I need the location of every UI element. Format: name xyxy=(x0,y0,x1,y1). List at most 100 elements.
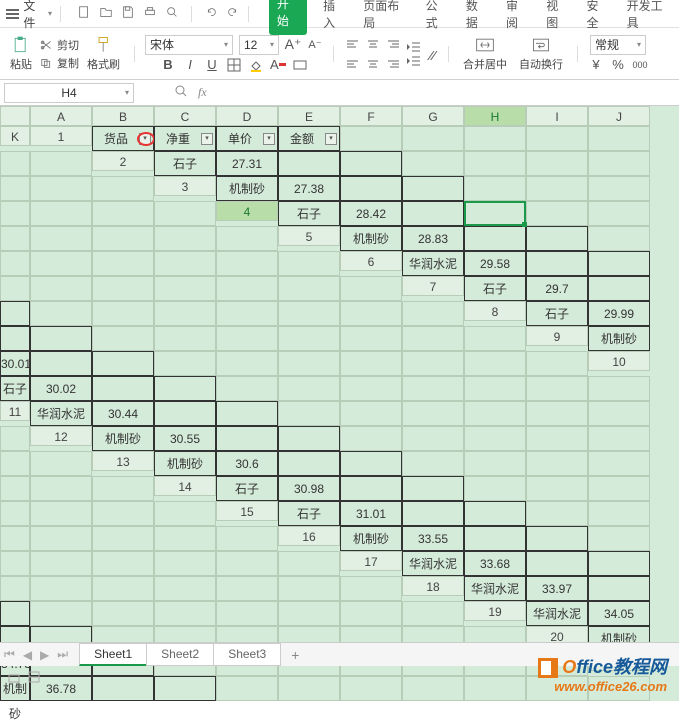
cell-empty[interactable] xyxy=(588,451,650,476)
align-bottom-right[interactable] xyxy=(384,55,402,71)
cell-empty[interactable] xyxy=(278,401,340,426)
cell-B13[interactable]: 30.6 xyxy=(216,451,278,476)
table-header-3[interactable]: 金额▾ xyxy=(278,126,340,151)
cell-B8[interactable]: 29.99 xyxy=(588,301,650,326)
sheet-tab-Sheet3[interactable]: Sheet3 xyxy=(213,643,281,666)
redo-icon[interactable] xyxy=(226,5,240,22)
cell-D16[interactable] xyxy=(526,526,588,551)
cell-empty[interactable] xyxy=(588,401,650,426)
table-header-1[interactable]: 净重▾ xyxy=(154,126,216,151)
cell-empty[interactable] xyxy=(340,351,402,376)
cell-D15[interactable] xyxy=(464,501,526,526)
cell-D10[interactable] xyxy=(154,376,216,401)
cell-empty[interactable] xyxy=(0,451,30,476)
sheet-tab-Sheet1[interactable]: Sheet1 xyxy=(79,643,147,666)
font-select[interactable]: 宋体▾ xyxy=(145,35,233,55)
cell-B14[interactable]: 30.98 xyxy=(278,476,340,501)
cell-empty[interactable] xyxy=(588,176,650,201)
cell-C2[interactable] xyxy=(278,151,340,176)
cell-D2[interactable] xyxy=(340,151,402,176)
cell-empty[interactable] xyxy=(0,201,30,226)
cell-empty[interactable] xyxy=(340,426,402,451)
cell-A15[interactable]: 石子 xyxy=(278,501,340,526)
cell-empty[interactable] xyxy=(154,526,216,551)
cell-empty[interactable] xyxy=(216,301,278,326)
row-header-5[interactable]: 5 xyxy=(278,226,340,246)
align-bottom-left[interactable] xyxy=(344,55,362,71)
row-header-9[interactable]: 9 xyxy=(526,326,588,346)
col-header-C[interactable]: C xyxy=(154,106,216,126)
cell-empty[interactable] xyxy=(0,576,30,601)
cell-empty[interactable] xyxy=(402,301,464,326)
row-header-19[interactable]: 19 xyxy=(464,601,526,621)
cell-empty[interactable] xyxy=(340,601,402,626)
cell-empty[interactable] xyxy=(278,576,340,601)
cell-empty[interactable] xyxy=(92,226,154,251)
underline-button[interactable]: U xyxy=(204,57,220,73)
cell-empty[interactable] xyxy=(30,301,92,326)
cell-empty[interactable] xyxy=(402,426,464,451)
cell-empty[interactable] xyxy=(154,576,216,601)
cell-empty[interactable] xyxy=(526,401,588,426)
tab-nav-next[interactable]: ▶ xyxy=(36,648,53,662)
cell-A14[interactable]: 石子 xyxy=(216,476,278,501)
cell-empty[interactable] xyxy=(92,326,154,351)
cell-empty[interactable] xyxy=(526,476,588,501)
cell-empty[interactable] xyxy=(30,551,92,576)
row-header-3[interactable]: 3 xyxy=(154,176,216,196)
print-icon[interactable] xyxy=(143,5,157,22)
paste-button[interactable]: 粘贴 xyxy=(6,33,36,74)
cell-empty[interactable] xyxy=(0,276,30,301)
cell-B6[interactable]: 29.58 xyxy=(464,251,526,276)
cell-D4[interactable] xyxy=(464,201,526,226)
cell-C3[interactable] xyxy=(340,176,402,201)
cell-C14[interactable] xyxy=(340,476,402,501)
cell-empty[interactable] xyxy=(526,426,588,451)
cell-empty[interactable] xyxy=(588,226,650,251)
cell-empty[interactable] xyxy=(526,176,588,201)
cell-empty[interactable] xyxy=(464,401,526,426)
row-header-6[interactable]: 6 xyxy=(340,251,402,271)
cell-A16[interactable]: 机制砂 xyxy=(340,526,402,551)
filter-icon[interactable]: ▾ xyxy=(325,133,337,145)
cell-empty[interactable] xyxy=(92,276,154,301)
cell-empty[interactable] xyxy=(30,451,92,476)
cell-B16[interactable]: 33.55 xyxy=(402,526,464,551)
cell-empty[interactable] xyxy=(92,301,154,326)
cell-empty[interactable] xyxy=(92,551,154,576)
cell-B2[interactable]: 27.31 xyxy=(216,151,278,176)
increase-font-icon[interactable]: A⁺ xyxy=(285,37,301,53)
cell-empty[interactable] xyxy=(0,226,30,251)
cell-C17[interactable] xyxy=(526,551,588,576)
align-top-right[interactable] xyxy=(384,37,402,53)
cell-empty[interactable] xyxy=(92,501,154,526)
cell-empty[interactable] xyxy=(278,351,340,376)
cell-empty[interactable] xyxy=(340,326,402,351)
cell-empty[interactable] xyxy=(216,601,278,626)
cell-empty[interactable] xyxy=(92,576,154,601)
cell-B11[interactable]: 30.44 xyxy=(92,401,154,426)
cell-empty[interactable] xyxy=(526,376,588,401)
row-header-2[interactable]: 2 xyxy=(92,151,154,171)
row-header-11[interactable]: 11 xyxy=(0,401,30,421)
cell-C12[interactable] xyxy=(216,426,278,451)
cell-empty[interactable] xyxy=(402,376,464,401)
cell-empty[interactable] xyxy=(464,476,526,501)
cell-C16[interactable] xyxy=(464,526,526,551)
cell-A17[interactable]: 华润水泥 xyxy=(402,551,464,576)
col-header-K[interactable]: K xyxy=(0,126,30,146)
cell-empty[interactable] xyxy=(154,226,216,251)
cell-B3[interactable]: 27.38 xyxy=(278,176,340,201)
hamburger-icon[interactable] xyxy=(6,9,19,19)
cell-empty[interactable] xyxy=(92,251,154,276)
cell-C8[interactable] xyxy=(0,326,30,351)
col-header-D[interactable]: D xyxy=(216,106,278,126)
cell-empty[interactable] xyxy=(340,276,402,301)
cell-C10[interactable] xyxy=(92,376,154,401)
cell-empty[interactable] xyxy=(526,451,588,476)
select-all-corner[interactable] xyxy=(0,106,30,126)
cell-empty[interactable] xyxy=(340,126,402,151)
undo-icon[interactable] xyxy=(204,5,218,22)
cell-B15[interactable]: 31.01 xyxy=(340,501,402,526)
cell-empty[interactable] xyxy=(0,501,30,526)
